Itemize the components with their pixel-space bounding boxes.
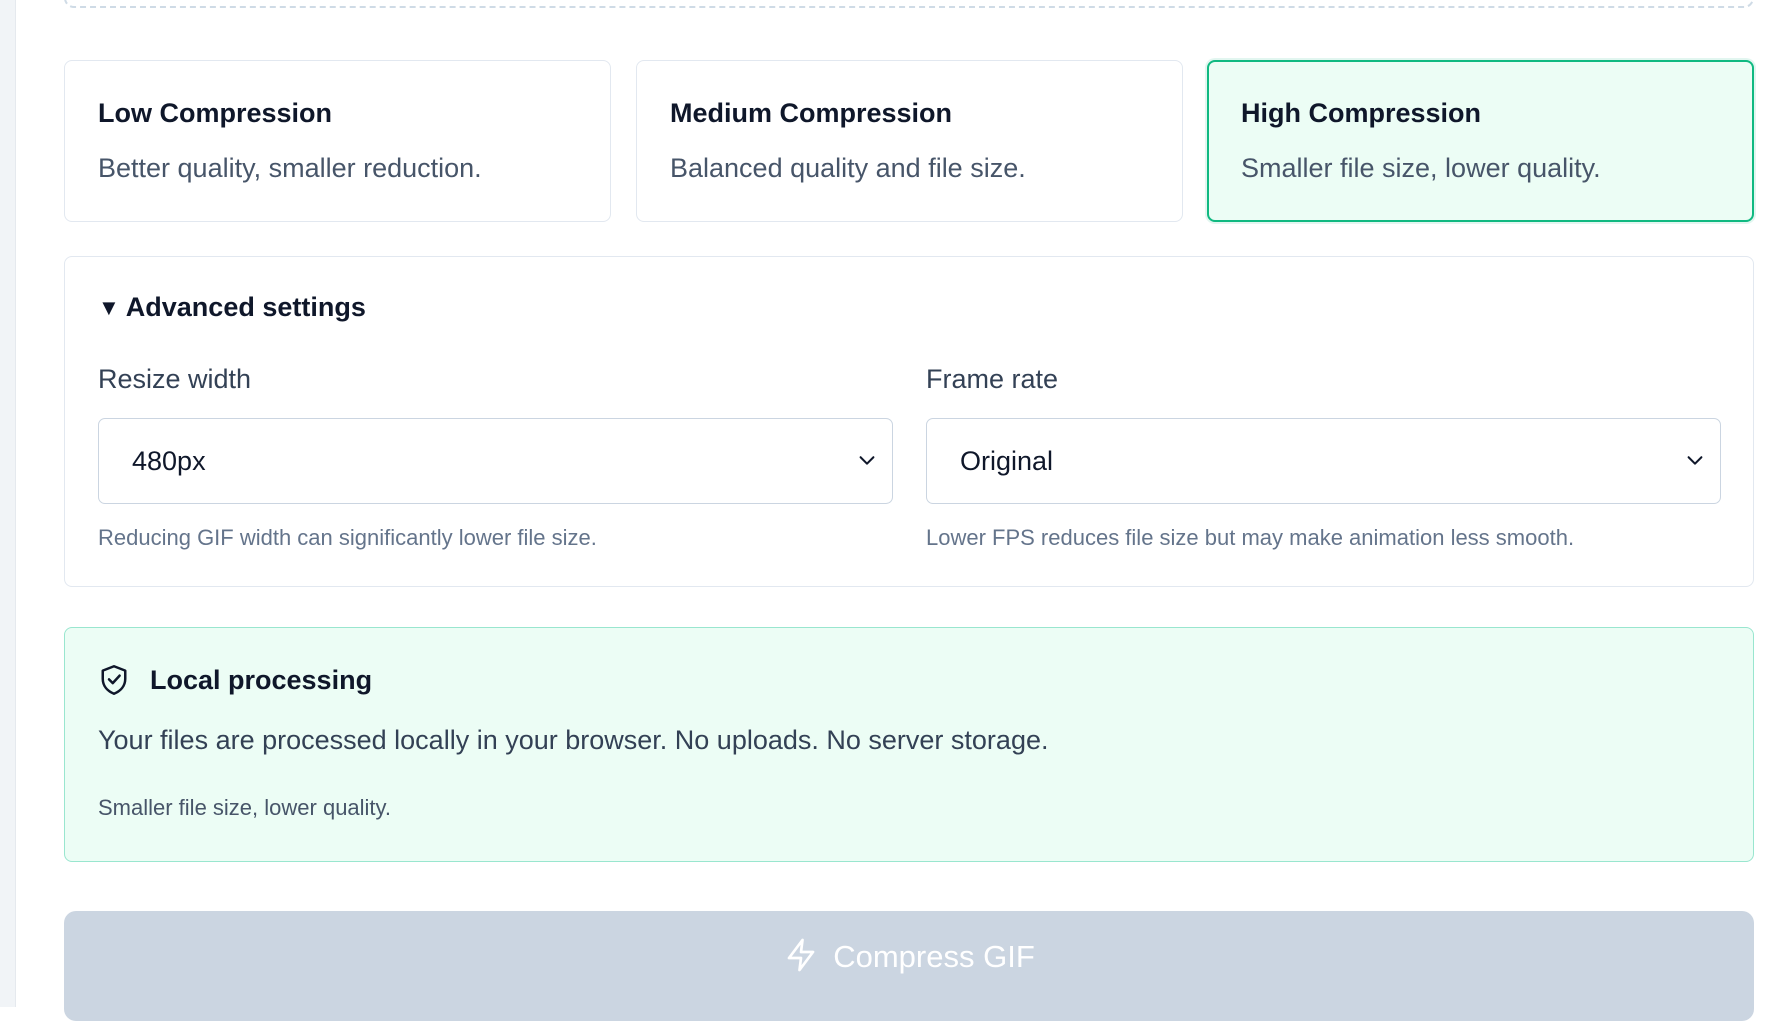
dropzone[interactable]	[64, 0, 1754, 8]
card-title: High Compression	[1241, 98, 1482, 128]
medium-compression-card[interactable]: Medium Compression Balanced quality and …	[636, 60, 1183, 222]
frame-rate-hint: Lower FPS reduces file size but may make…	[926, 525, 1575, 550]
triangle-down-icon: ▼	[98, 294, 120, 320]
card-title: Medium Compression	[670, 98, 953, 128]
frame-rate-label: Frame rate	[926, 364, 1059, 394]
resize-width-hint: Reducing GIF width can significantly low…	[98, 525, 597, 550]
resize-width-label: Resize width	[98, 364, 252, 394]
advanced-settings-toggle[interactable]: ▼ Advanced settings	[98, 292, 366, 323]
high-compression-card[interactable]: High Compression Smaller file size, lowe…	[1207, 60, 1754, 222]
left-rail	[0, 0, 16, 1007]
advanced-settings-label: Advanced settings	[125, 292, 366, 322]
advanced-settings-panel: ▼ Advanced settings Resize width 480px R…	[64, 256, 1754, 587]
compress-gif-label: Compress GIF	[833, 939, 1035, 974]
card-description: Better quality, smaller reduction.	[98, 153, 482, 183]
card-description: Smaller file size, lower quality.	[1241, 153, 1601, 183]
card-description: Balanced quality and file size.	[670, 153, 1026, 183]
local-processing-subtext: Smaller file size, lower quality.	[98, 795, 392, 820]
compress-gif-button[interactable]: Compress GIF	[64, 911, 1754, 1021]
frame-rate-value: Original	[960, 446, 1054, 476]
local-processing-notice: Local processing Your files are processe…	[64, 627, 1754, 862]
chevron-down-icon	[859, 456, 875, 465]
shield-check-icon	[101, 665, 127, 695]
local-processing-title: Local processing	[150, 665, 373, 695]
card-title: Low Compression	[98, 98, 333, 128]
resize-width-value: 480px	[132, 446, 206, 476]
chevron-down-icon	[1687, 456, 1703, 465]
frame-rate-select[interactable]: Original	[926, 418, 1721, 504]
lightning-icon	[787, 938, 815, 972]
low-compression-card[interactable]: Low Compression Better quality, smaller …	[64, 60, 611, 222]
local-processing-text: Your files are processed locally in your…	[98, 725, 1049, 755]
resize-width-select[interactable]: 480px	[98, 418, 893, 504]
